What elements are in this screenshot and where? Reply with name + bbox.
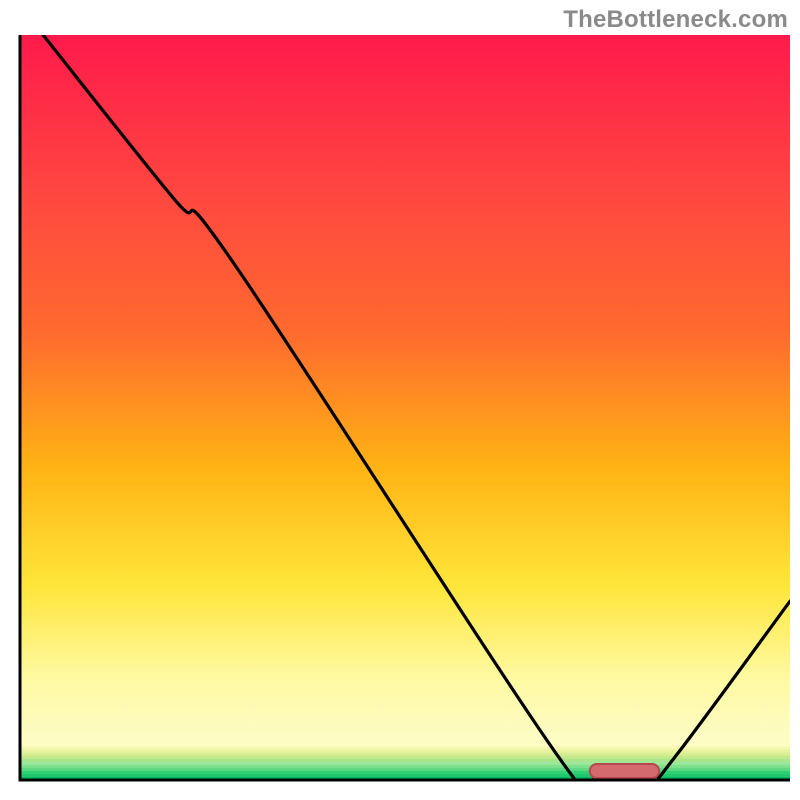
chart-container: TheBottleneck.com [0,0,800,800]
watermark-text: TheBottleneck.com [563,6,788,34]
optimal-marker [590,764,659,778]
bottleneck-chart [0,0,800,800]
